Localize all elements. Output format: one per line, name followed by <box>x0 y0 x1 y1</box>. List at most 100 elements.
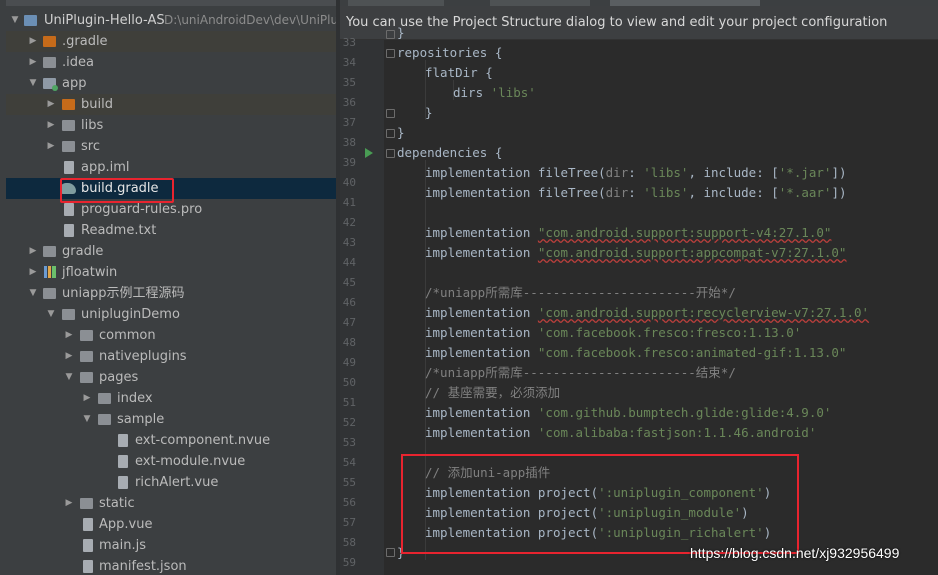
fold-marker[interactable] <box>386 129 395 138</box>
line-number: 49 <box>342 356 356 369</box>
tree-item-label: .idea <box>62 55 94 70</box>
editor-gutter: 33 34 35 36 37 38 39 40 41 42 43 44 45 4… <box>340 36 384 575</box>
line-number: 37 <box>342 116 356 129</box>
tree-item[interactable]: ▶ common <box>6 325 336 346</box>
line-number: 34 <box>342 56 356 69</box>
tree-item-label: unipluginDemo <box>81 307 180 322</box>
line-number: 54 <box>342 456 356 469</box>
chevron-right-icon[interactable]: ▶ <box>64 325 74 346</box>
tree-item-label: uniapp示例工程源码 <box>62 286 185 301</box>
file-icon <box>64 203 74 216</box>
highlight-box-plugins <box>401 454 799 554</box>
tree-item[interactable]: ▼ sample <box>6 409 336 430</box>
chevron-down-icon[interactable]: ▼ <box>28 73 38 94</box>
tree-item[interactable]: ext-module.nvue <box>6 451 336 472</box>
project-root-label: UniPlugin-Hello-AS <box>44 13 165 28</box>
tree-item[interactable]: ▶ libs <box>6 115 336 136</box>
tree-item-label: common <box>99 328 156 343</box>
chevron-right-icon[interactable]: ▶ <box>64 346 74 367</box>
code-line-35: flatDir { <box>425 65 493 80</box>
folder-icon <box>43 57 56 68</box>
fold-marker[interactable] <box>386 548 395 557</box>
tree-item[interactable]: ▶ src <box>6 136 336 157</box>
tree-item[interactable]: ▼ pages <box>6 367 336 388</box>
chevron-right-icon[interactable]: ▶ <box>28 31 38 52</box>
folder-icon <box>24 15 37 26</box>
tree-item[interactable]: ▶ .idea <box>6 52 336 73</box>
json-file-icon <box>83 560 93 573</box>
code-line-50: /*uniapp所需库-----------------------结束*/ <box>425 365 736 380</box>
tree-item[interactable]: richAlert.vue <box>6 472 336 493</box>
tree-item[interactable]: ▶ nativeplugins <box>6 346 336 367</box>
code-line-51: // 基座需要，必须添加 <box>425 385 561 400</box>
chevron-right-icon[interactable]: ▶ <box>28 52 38 73</box>
tree-item[interactable]: ext-component.nvue <box>6 430 336 451</box>
tree-item[interactable]: app.iml <box>6 157 336 178</box>
folder-icon <box>62 141 75 152</box>
chevron-right-icon[interactable]: ▶ <box>46 115 56 136</box>
tree-item[interactable]: ▶ jfloatwin <box>6 262 336 283</box>
chevron-right-icon[interactable]: ▶ <box>28 241 38 262</box>
vue-file-icon <box>118 476 128 489</box>
folder-icon <box>80 351 93 362</box>
chevron-right-icon[interactable]: ▶ <box>82 388 92 409</box>
fold-marker[interactable] <box>386 30 395 39</box>
highlight-box-build-gradle <box>60 178 174 203</box>
line-number: 41 <box>342 196 356 209</box>
chevron-right-icon[interactable]: ▶ <box>46 136 56 157</box>
code-line-39: dependencies { <box>397 145 503 160</box>
tree-item[interactable]: ▶ gradle <box>6 241 336 262</box>
line-number: 43 <box>342 236 356 249</box>
tree-item[interactable]: ▶ static <box>6 493 336 514</box>
chevron-right-icon[interactable]: ▶ <box>46 94 56 115</box>
chevron-right-icon[interactable]: ▶ <box>28 262 38 283</box>
tree-item-label: app <box>62 76 87 91</box>
project-structure-banner[interactable]: You can use the Project Structure dialog… <box>340 6 938 40</box>
line-number: 50 <box>342 376 356 389</box>
tree-item-label: ext-component.nvue <box>135 433 271 448</box>
chevron-down-icon[interactable]: ▼ <box>28 283 38 304</box>
tree-item[interactable]: ▶ index <box>6 388 336 409</box>
folder-icon <box>98 414 111 425</box>
tree-item-label: gradle <box>62 244 104 259</box>
line-number: 48 <box>342 336 356 349</box>
fold-marker[interactable] <box>386 109 395 118</box>
tree-item[interactable]: ▼ unipluginDemo <box>6 304 336 325</box>
tree-item[interactable]: manifest.json <box>6 556 336 575</box>
tree-item[interactable]: ▶ build <box>6 94 336 115</box>
tree-item-label: static <box>99 496 135 511</box>
tree-item[interactable]: App.vue <box>6 514 336 535</box>
tree-item-label: pages <box>99 370 139 385</box>
tree-root[interactable]: ▼ UniPlugin-Hello-AS D:\uniAndroidDev\de… <box>6 10 336 31</box>
tree-item-label: app.iml <box>81 160 130 175</box>
code-line-38: } <box>397 125 405 140</box>
folder-icon <box>80 498 93 509</box>
tree-item[interactable]: main.js <box>6 535 336 556</box>
chevron-down-icon[interactable]: ▼ <box>46 304 56 325</box>
folder-icon <box>98 393 111 404</box>
fold-marker[interactable] <box>386 149 395 158</box>
tree-item[interactable]: ▶ .gradle <box>6 31 336 52</box>
folder-icon <box>62 120 75 131</box>
line-number: 56 <box>342 496 356 509</box>
project-toolbar <box>6 0 336 6</box>
code-line-46: /*uniapp所需库-----------------------开始*/ <box>425 285 736 300</box>
code-line-53: implementation 'com.alibaba:fastjson:1.1… <box>425 425 817 440</box>
tree-item-label: richAlert.vue <box>135 475 219 490</box>
line-number: 42 <box>342 216 356 229</box>
chevron-down-icon[interactable]: ▼ <box>82 409 92 430</box>
watermark: https://blog.csdn.net/xj932956499 <box>690 545 900 561</box>
project-root-path: D:\uniAndroidDev\dev\UniPlu <box>164 13 336 27</box>
chevron-right-icon[interactable]: ▶ <box>64 493 74 514</box>
fold-marker[interactable] <box>386 49 395 58</box>
chevron-down-icon[interactable]: ▼ <box>64 367 74 388</box>
chevron-down-icon[interactable]: ▼ <box>10 10 20 31</box>
tree-item[interactable]: ▼ uniapp示例工程源码 <box>6 283 336 304</box>
folder-icon <box>43 36 56 47</box>
run-gutter-icon[interactable] <box>365 148 373 158</box>
tree-item[interactable]: ▼ app <box>6 73 336 94</box>
code-line-40: implementation fileTree(dir: 'libs', inc… <box>425 165 847 180</box>
line-number: 46 <box>342 296 356 309</box>
vue-file-icon <box>83 518 93 531</box>
tree-item[interactable]: Readme.txt <box>6 220 336 241</box>
